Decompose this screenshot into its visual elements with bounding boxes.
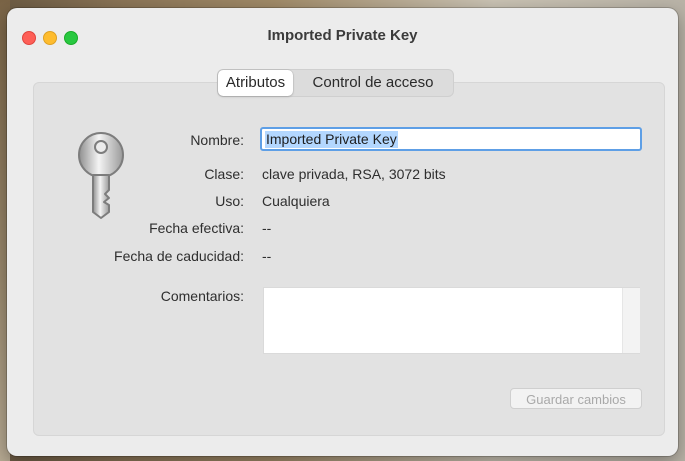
effective-date-value: -- <box>262 220 272 236</box>
comments-label: Comentarios: <box>160 288 244 304</box>
effective-date-label: Fecha efectiva: <box>149 220 244 236</box>
tab-bar: Atributos Control de acceso <box>217 69 454 97</box>
tab-control-de-acceso[interactable]: Control de acceso <box>293 70 453 96</box>
name-field[interactable] <box>260 127 642 151</box>
name-label: Nombre: <box>190 132 244 148</box>
class-value: clave privada, RSA, 3072 bits <box>262 166 446 182</box>
comments-field[interactable] <box>263 287 640 354</box>
comments-scrollbar[interactable] <box>622 288 640 353</box>
tab-atributos[interactable]: Atributos <box>218 70 293 96</box>
use-label: Uso: <box>215 193 244 209</box>
class-label: Clase: <box>204 166 244 182</box>
save-changes-button[interactable]: Guardar cambios <box>510 388 642 409</box>
use-value: Cualquiera <box>262 193 330 209</box>
window-title: Imported Private Key <box>267 27 418 44</box>
key-icon <box>78 132 124 219</box>
keychain-item-window: Imported Private Key Atributos Control d… <box>7 8 678 456</box>
expiry-date-value: -- <box>262 248 272 264</box>
expiry-date-label: Fecha de caducidad: <box>114 248 244 264</box>
title-bar[interactable]: Imported Private Key <box>7 8 678 60</box>
